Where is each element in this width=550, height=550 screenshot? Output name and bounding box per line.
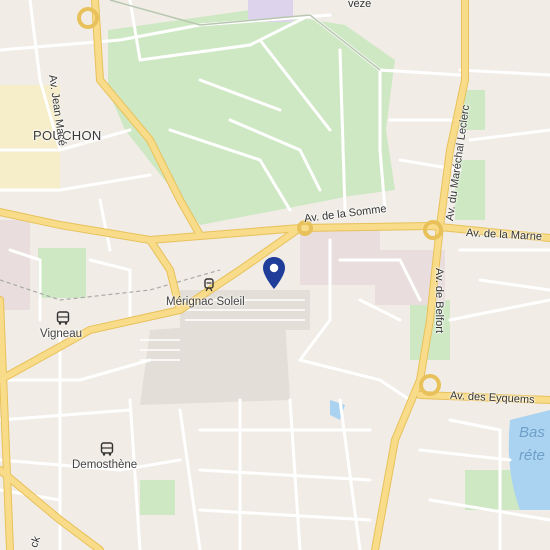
road-label-top-fragment: vèze xyxy=(348,0,372,10)
water-label-line2: réte xyxy=(519,447,545,464)
place-label-merignac-soleil[interactable]: Mérignac Soleil xyxy=(166,296,245,308)
water-label-line1: Bas xyxy=(519,424,545,441)
road-label-av-belfort: Av. de Belfort xyxy=(433,268,445,334)
place-label-demosthene[interactable]: Demosthène xyxy=(72,459,137,471)
place-label-vigneau[interactable]: Vigneau xyxy=(40,328,82,340)
map-canvas[interactable]: POUCHON Mérignac Soleil Vigneau Demosthè… xyxy=(0,0,550,550)
